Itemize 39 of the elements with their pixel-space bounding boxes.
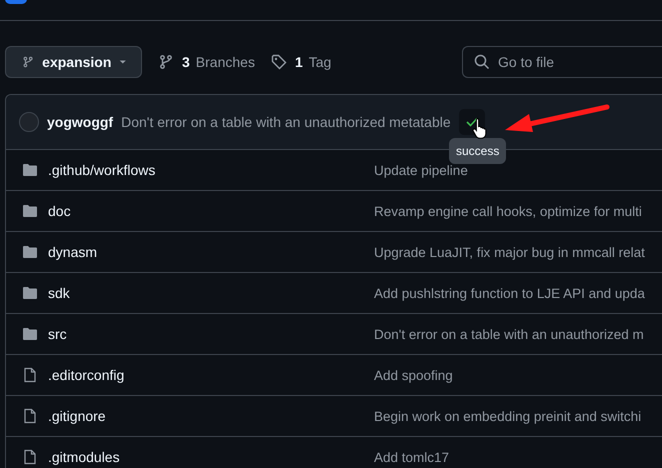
file-icon xyxy=(22,367,38,383)
folder-icon xyxy=(22,162,38,178)
commit-message-link[interactable]: Upgrade LuaJIT, fix major bug in mmcall relat xyxy=(374,244,645,260)
tags-link[interactable]: 1 Tag xyxy=(270,54,332,70)
commit-message-link[interactable]: Update pipeline xyxy=(374,162,468,178)
search-icon xyxy=(474,54,490,70)
branches-link[interactable]: 3 Branches xyxy=(158,54,255,70)
hand-cursor-icon xyxy=(472,117,488,139)
commit-message-link[interactable]: Add pushlstring function to LJE API and upda xyxy=(374,286,645,300)
file-name-link[interactable]: .editorconfig xyxy=(48,367,374,383)
tooltip: success xyxy=(449,138,506,164)
file-name-link[interactable]: .gitignore xyxy=(48,408,374,424)
commit-message-link[interactable]: Add spoofing xyxy=(374,368,453,382)
branch-selector[interactable]: expansion xyxy=(5,46,142,78)
branch-icon xyxy=(158,54,174,70)
commit-message[interactable]: Don't error on a table with an unauthorized metatable xyxy=(121,114,451,130)
commit-message-link[interactable]: Revamp engine call hooks, optimize for multi xyxy=(374,204,642,218)
branch-icon xyxy=(22,54,34,70)
folder-icon xyxy=(22,326,38,342)
file-name-link[interactable]: doc xyxy=(48,203,374,219)
avatar-icon xyxy=(19,112,39,132)
tag-icon xyxy=(270,54,287,70)
search-field[interactable]: Go to file xyxy=(462,46,662,78)
file-name-link[interactable]: .gitmodules xyxy=(48,449,374,465)
commit-author[interactable]: yogwoggf xyxy=(47,114,114,130)
commit-message-link[interactable]: Begin work on embedding preinit and switchi xyxy=(374,408,642,424)
commit-message-link[interactable]: Add tomlc17 xyxy=(374,450,450,464)
caret-icon xyxy=(119,59,127,65)
file-name-link[interactable]: .github/workflows xyxy=(48,162,374,178)
folder-icon xyxy=(22,203,38,219)
file-icon xyxy=(22,408,38,424)
search-input[interactable]: Go to file xyxy=(498,54,648,70)
folder-icon xyxy=(22,244,38,260)
folder-icon xyxy=(22,285,38,301)
file-icon xyxy=(22,449,38,465)
file-name-link[interactable]: sdk xyxy=(48,285,374,301)
file-name-link[interactable]: dynasm xyxy=(48,244,374,260)
commit-message-link[interactable]: Don't error on a table with an unauthorized m xyxy=(374,326,644,342)
file-name-link[interactable]: src xyxy=(48,326,374,342)
